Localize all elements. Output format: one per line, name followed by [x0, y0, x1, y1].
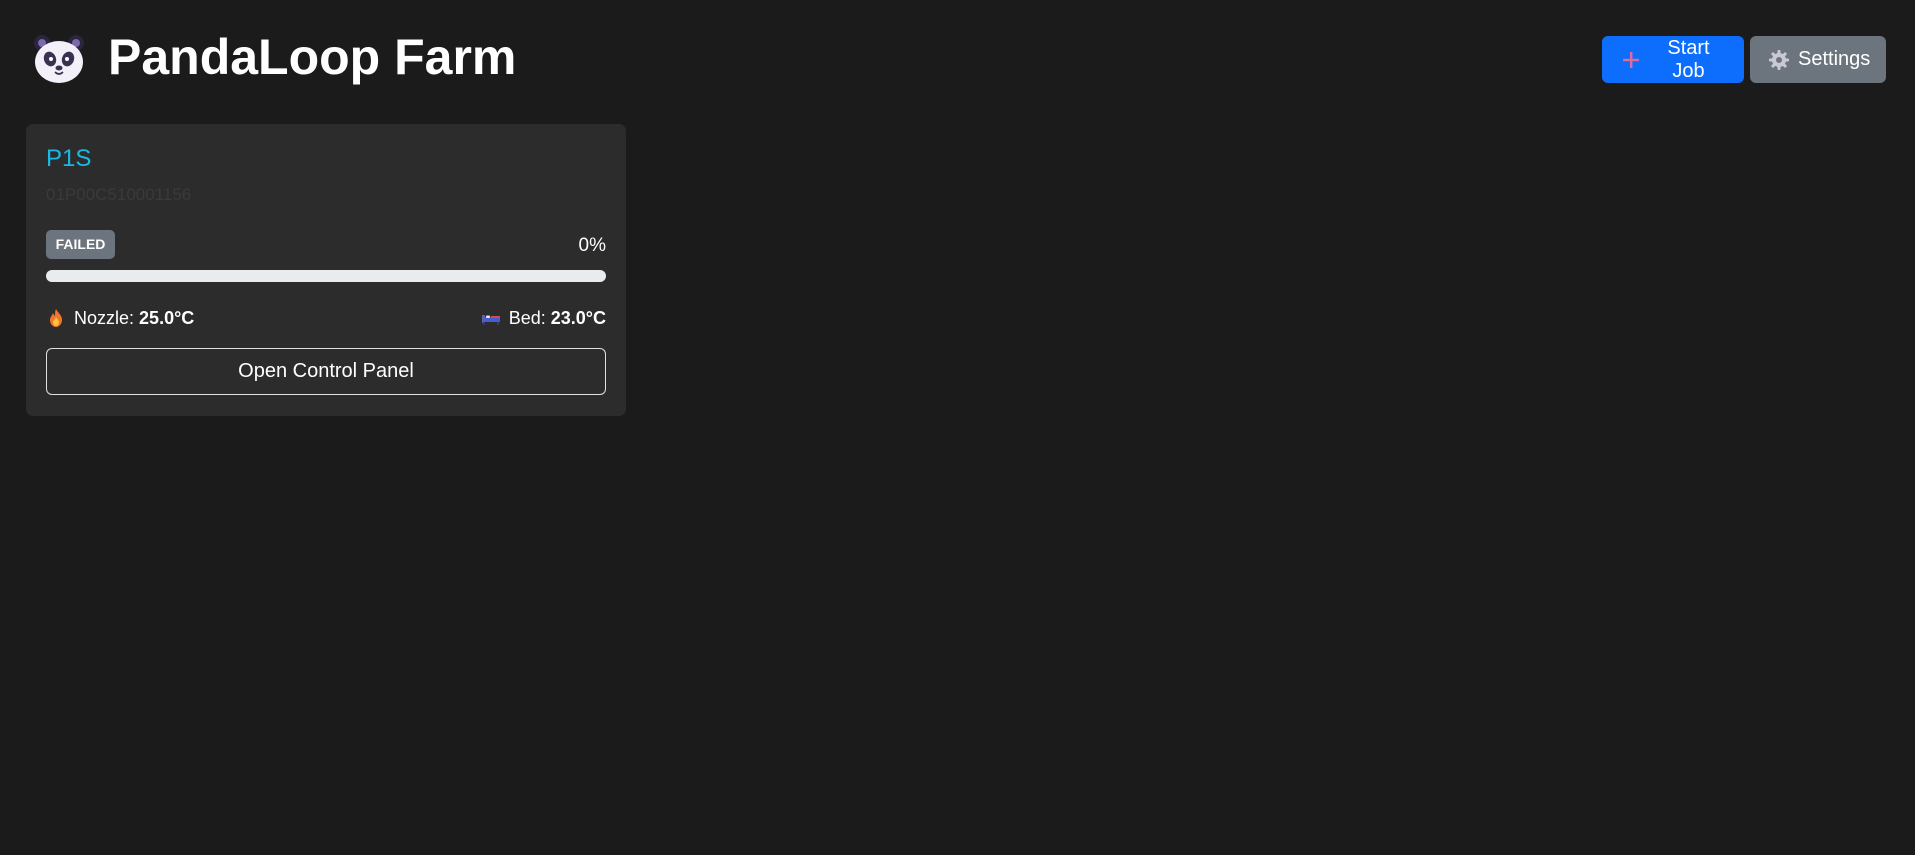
gear-icon [1768, 49, 1790, 71]
bed-temperature: Bed: 23.0°C [481, 306, 606, 330]
bed-label: Bed: [508, 308, 546, 328]
progress-bar [46, 270, 606, 282]
status-badge: FAILED [46, 230, 115, 259]
printer-name: P1S [46, 145, 92, 172]
fire-icon [46, 308, 66, 328]
bed-temp-value: 23.0°C [550, 308, 606, 328]
open-control-panel-button[interactable]: Open Control Panel [46, 348, 606, 395]
settings-button[interactable]: Settings [1750, 36, 1886, 83]
bed-icon [481, 308, 501, 328]
page-title: PandaLoop Farm [108, 29, 517, 85]
nozzle-temp-value: 25.0°C [139, 308, 195, 328]
nozzle-temperature: Nozzle: 25.0°C [46, 306, 194, 330]
plus-icon [1620, 49, 1642, 71]
app-header: PandaLoop Farm Start Job Settings [0, 0, 1915, 120]
start-job-label: Start Job [1667, 36, 1710, 82]
nozzle-label: Nozzle: [74, 308, 135, 328]
printer-card: P1S 01P00C510001156 FAILED 0% Nozzle: 25… [26, 124, 626, 416]
printer-serial: 01P00C510001156 [46, 185, 192, 204]
progress-percent: 0% [578, 235, 606, 256]
header-actions: Start Job Settings [1602, 36, 1886, 83]
settings-label: Settings [1798, 48, 1871, 70]
start-job-button[interactable]: Start Job [1602, 36, 1744, 83]
panda-icon [33, 34, 85, 84]
